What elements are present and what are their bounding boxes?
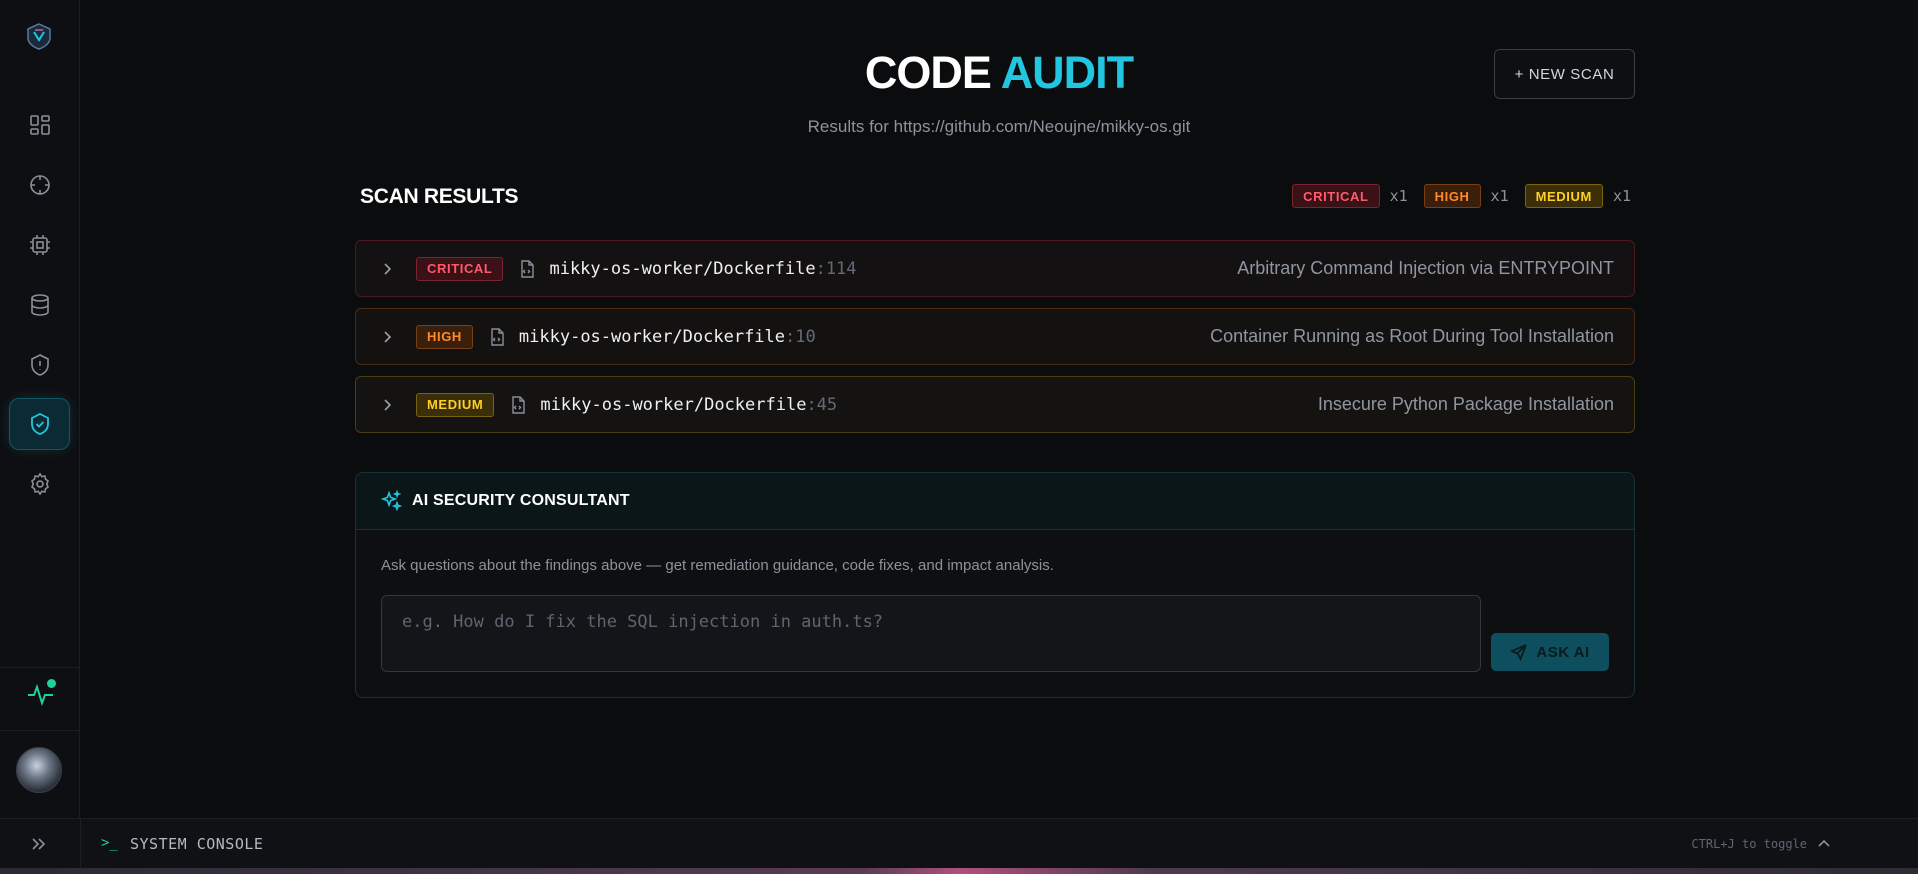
file-code-icon [512,395,526,414]
page-title-part2: AUDIT [1000,47,1134,98]
send-icon [1510,644,1528,661]
sidebar-item-settings[interactable] [9,458,70,510]
finding-title: Arbitrary Command Injection via ENTRYPOI… [1237,258,1614,278]
finding-row[interactable]: HIGH mikky-os-worker/Dockerfile:10 Conta… [355,308,1635,365]
ai-question-input[interactable] [381,595,1481,672]
severity-badge: HIGH [1423,184,1481,208]
finding-path: mikky-os-worker/Dockerfile [518,326,786,347]
finding-row[interactable]: MEDIUM mikky-os-worker/Dockerfile:45 Ins… [355,376,1635,433]
terminal-icon: >_ [101,835,118,851]
sparkles-icon [380,490,402,512]
chevrons-right-icon[interactable] [27,832,51,856]
sidebar-divider [0,730,80,731]
finding-path: mikky-os-worker/Dockerfile [540,394,807,415]
ai-consultant-header: AI SECURITY CONSULTANT [356,473,1634,530]
sidebar-item-code-audit[interactable] [9,398,70,450]
finding-line: :10 [785,326,816,347]
ai-consultant-panel: AI SECURITY CONSULTANT Ask questions abo… [355,472,1635,698]
console-toggle-hint: CTRL+J to toggle [1691,837,1807,851]
severity-summary: CRITICAL x1 HIGH x1 MEDIUM x1 [1286,184,1631,208]
sidebar-divider [0,667,80,668]
new-scan-button[interactable]: + NEW SCAN [1494,49,1635,99]
chevron-right-icon[interactable] [379,397,395,413]
finding-line: :114 [815,258,857,279]
chevron-up-icon[interactable] [1816,836,1832,852]
system-console-bar[interactable]: >_ SYSTEM CONSOLE CTRL+J to toggle [0,818,1918,869]
settings-icon [30,472,49,496]
severity-count: x1 [1389,187,1408,205]
severity-count: x1 [1612,187,1631,205]
sidebar-item-processor[interactable] [9,219,70,271]
ai-consultant-description: Ask questions about the findings above —… [381,557,1054,574]
chevron-right-icon[interactable] [379,329,395,345]
finding-path: mikky-os-worker/Dockerfile [549,258,816,279]
summary-critical: CRITICAL x1 [1292,184,1408,208]
sidebar-item-alerts[interactable] [9,339,70,391]
section-title: SCAN RESULTS [360,185,519,208]
finding-line: :45 [806,394,838,415]
file-code-icon [491,327,504,346]
finding-title: Container Running as Root During Tool In… [1210,326,1614,346]
sidebar-item-targets[interactable] [9,159,70,211]
database-icon [30,294,49,316]
severity-badge: CRITICAL [416,256,504,281]
shield-alert-icon [30,354,49,376]
app-logo-icon[interactable] [25,22,53,50]
summary-medium: MEDIUM x1 [1524,184,1631,208]
ask-ai-button[interactable]: ASK AI [1491,633,1609,671]
finding-title: Insecure Python Package Installation [1317,394,1614,414]
ask-ai-label: ASK AI [1536,643,1590,661]
avatar[interactable] [16,747,62,793]
crosshair-icon [29,175,50,195]
status-indicator [47,679,56,688]
chevron-right-icon[interactable] [379,261,395,277]
system-console-label[interactable]: SYSTEM CONSOLE [130,835,263,853]
background-strip [0,868,1918,874]
cpu-icon [29,235,50,255]
shield-check-icon [30,412,49,435]
finding-row[interactable]: CRITICAL mikky-os-worker/Dockerfile:114 … [355,240,1635,297]
severity-badge: HIGH [416,324,473,349]
severity-badge: MEDIUM [416,392,495,417]
file-code-icon [521,259,535,278]
summary-high: HIGH x1 [1423,184,1509,208]
severity-badge: CRITICAL [1292,184,1380,208]
severity-badge: MEDIUM [1524,184,1603,208]
ai-consultant-title: AI SECURITY CONSULTANT [412,492,630,509]
page-subtitle: Results for https://github.com/Neoujne/m… [807,117,1191,136]
sidebar-item-database[interactable] [9,279,70,331]
console-divider [80,819,81,869]
page-title-part1: CODE [864,47,992,98]
severity-count: x1 [1490,187,1509,205]
